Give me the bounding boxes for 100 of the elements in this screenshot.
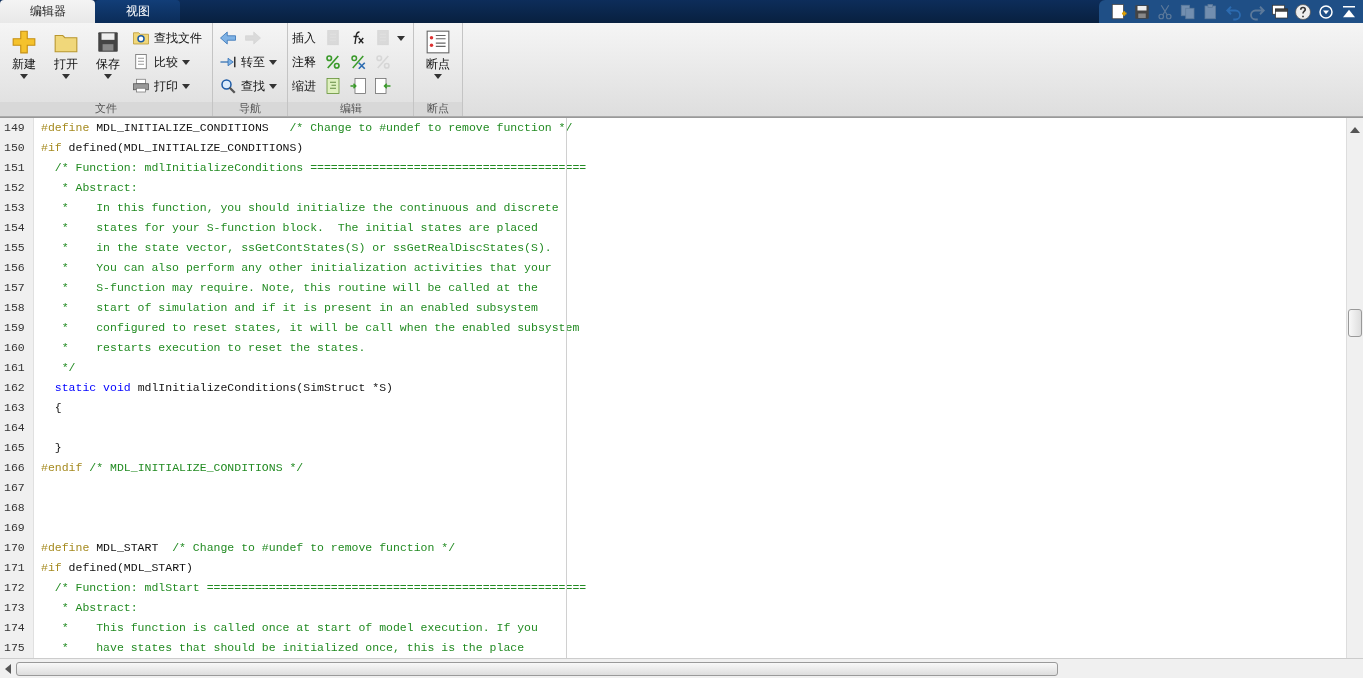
code-line: * Abstract:	[60, 601, 138, 614]
line-number: 160	[3, 340, 26, 356]
line-number: 159	[3, 320, 26, 336]
caret-icon	[182, 83, 190, 89]
code-line: #if defined(MDL_INITIALIZE_CONDITIONS)	[41, 141, 304, 154]
ribbon-button[interactable]: 保存	[88, 27, 128, 102]
percent-icon	[374, 53, 392, 71]
toolbar-button[interactable]	[1293, 1, 1313, 22]
line-number: 151	[3, 160, 26, 176]
code-line: * In this function, you should initialize the continuous and discrete	[60, 201, 559, 214]
ribbon-tab[interactable]: 编辑器	[0, 0, 95, 23]
code-line: * S-function may require. Note, this routine will be called at the	[60, 281, 538, 294]
ribbon-button[interactable]: 转至	[217, 51, 279, 73]
search-icon	[219, 77, 237, 95]
plus-icon	[11, 29, 37, 55]
ribbon-button[interactable]: 查找文件	[130, 27, 204, 49]
code-line: * configured to reset states, it will be call when the enabled subsystem	[60, 321, 580, 334]
line-number: 172	[3, 580, 26, 596]
line-number: 175	[3, 640, 26, 656]
line-number: 170	[3, 540, 26, 556]
line-number: 174	[3, 620, 26, 636]
caret-icon	[104, 74, 112, 79]
copy-icon	[1179, 2, 1197, 21]
windows-icon	[1271, 2, 1289, 21]
scissors-icon	[1156, 2, 1174, 21]
code-line: * in the state vector, ssGetContStates(S) or ssGetRealDiscStates(S).	[60, 241, 552, 254]
horizontal-scrollbar[interactable]	[0, 658, 1363, 678]
scroll-up-icon[interactable]	[1350, 126, 1360, 134]
caret-icon	[434, 74, 442, 79]
arrow-right-icon	[244, 29, 262, 47]
line-number: 157	[3, 280, 26, 296]
ribbon-button[interactable]: 查找	[217, 75, 279, 97]
line-number: 165	[3, 440, 26, 456]
printer-icon	[132, 77, 150, 95]
code-line: * This function is called once at start of model execution. If you	[60, 621, 538, 634]
indent-right-icon	[349, 77, 367, 95]
new-document-icon	[1110, 2, 1128, 21]
group-label: 导航	[213, 102, 287, 116]
code-line: */	[60, 361, 76, 374]
line-number: 169	[3, 520, 26, 536]
line-number: 154	[3, 220, 26, 236]
code-line: /* Function: mdlStart =======================================================	[53, 581, 587, 594]
caret-icon	[269, 83, 277, 89]
line-number: 153	[3, 200, 26, 216]
ribbon-tab[interactable]: 视图	[95, 0, 180, 23]
line-number: 173	[3, 600, 26, 616]
code-line: /* Function: mdlInitializeConditions ========================================	[53, 161, 587, 174]
vertical-scrollbar[interactable]	[1346, 118, 1363, 658]
code-line: * have states that should be initialized once, this is the place	[60, 641, 525, 654]
document-icon	[374, 29, 392, 47]
indent-left-icon	[374, 77, 392, 95]
arrow-left-icon	[219, 29, 237, 47]
line-number: 149	[3, 120, 26, 136]
line-number: 155	[3, 240, 26, 256]
line-number: 158	[3, 300, 26, 316]
indent-icon	[324, 77, 342, 95]
ribbon-button[interactable]: 断点	[418, 27, 458, 102]
ribbon-button[interactable]: 比较	[130, 51, 192, 73]
ribbon-button[interactable]: 打开	[46, 27, 86, 102]
line-number: 161	[3, 360, 26, 376]
code-line: #if defined(MDL_START)	[41, 561, 193, 574]
code-line: * restarts execution to reset the states.	[60, 341, 366, 354]
line-number: 152	[3, 180, 26, 196]
line-number: 166	[3, 460, 26, 476]
circle-caret-icon	[1317, 2, 1335, 21]
scroll-left-icon[interactable]	[4, 663, 12, 674]
folder-search-icon	[132, 29, 150, 47]
line-number: 162	[3, 380, 26, 396]
group-label: 断点	[414, 102, 462, 116]
group-label: 文件	[0, 102, 212, 116]
percent-cross-icon	[349, 53, 367, 71]
caret-icon	[62, 74, 70, 79]
percent-icon	[324, 53, 342, 71]
code-line: * You can also perform any other initialization activities that your	[60, 261, 552, 274]
row-label: 注释	[292, 54, 316, 70]
scroll-thumb[interactable]	[16, 661, 1058, 676]
caret-icon	[269, 59, 277, 65]
ribbon-button[interactable]: 打印	[130, 75, 192, 97]
line-number: 150	[3, 140, 26, 156]
line-number: 164	[3, 420, 26, 436]
line-number: 163	[3, 400, 26, 416]
code-line: * states for your S-function block. The initial states are placed	[60, 221, 538, 234]
line-number: 168	[3, 500, 26, 516]
code-line: * Abstract:	[60, 181, 138, 194]
ribbon-button[interactable]: 新建	[4, 27, 44, 102]
code-line: #endif /* MDL_INITIALIZE_CONDITIONS */	[41, 461, 304, 474]
code-line: static void mdlInitializeConditions(SimStruct *S)	[53, 381, 393, 394]
code-line: * start of simulation and if it is present in an enabled subsystem	[60, 301, 538, 314]
line-number: 156	[3, 260, 26, 276]
caret-icon	[20, 74, 28, 79]
help-icon	[1294, 2, 1312, 21]
toolbar-button[interactable]	[1109, 1, 1129, 22]
document-icon	[132, 53, 150, 71]
code-line: #define MDL_START /* Change to #undef to remove function */	[41, 541, 456, 554]
code-line: {	[53, 401, 62, 414]
scroll-thumb[interactable]	[1348, 309, 1362, 337]
document-icon	[324, 29, 342, 47]
breakpoint-list-icon	[425, 29, 451, 55]
group-label: 编辑	[288, 102, 413, 116]
caret-icon	[182, 59, 190, 65]
